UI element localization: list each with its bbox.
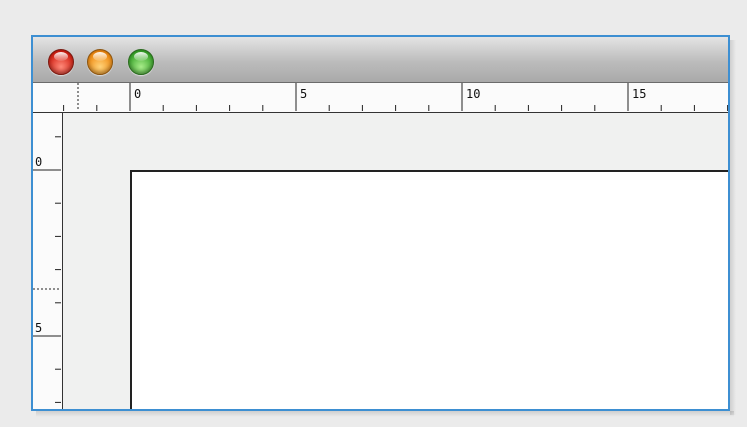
horizontal-ruler-label: 0 xyxy=(134,87,141,101)
window-shadow-bottom xyxy=(36,411,734,417)
document-page[interactable] xyxy=(130,170,728,411)
horizontal-ruler-label: 10 xyxy=(466,87,480,101)
window-shadow-right xyxy=(730,40,736,415)
window-border-bottom xyxy=(31,409,730,411)
title-bar[interactable] xyxy=(33,37,728,83)
minimize-button[interactable] xyxy=(87,49,113,75)
close-button[interactable] xyxy=(48,49,74,75)
horizontal-ruler-label: 5 xyxy=(300,87,307,101)
canvas-pasteboard[interactable] xyxy=(63,113,728,411)
window-border-right xyxy=(728,35,730,411)
vertical-ruler-label: 5 xyxy=(35,321,42,335)
vertical-ruler-scale: 05 xyxy=(33,136,61,403)
zoom-button[interactable] xyxy=(128,49,154,75)
vertical-ruler-label: 0 xyxy=(35,155,42,169)
vertical-ruler[interactable]: 05 xyxy=(33,113,63,411)
horizontal-ruler[interactable]: 0 5 10 15 xyxy=(33,83,728,113)
horizontal-ruler-label: 15 xyxy=(632,87,646,101)
horizontal-ruler-scale: 0 5 10 15 xyxy=(63,83,728,111)
document-window: 0 5 10 15 05 xyxy=(31,35,728,411)
